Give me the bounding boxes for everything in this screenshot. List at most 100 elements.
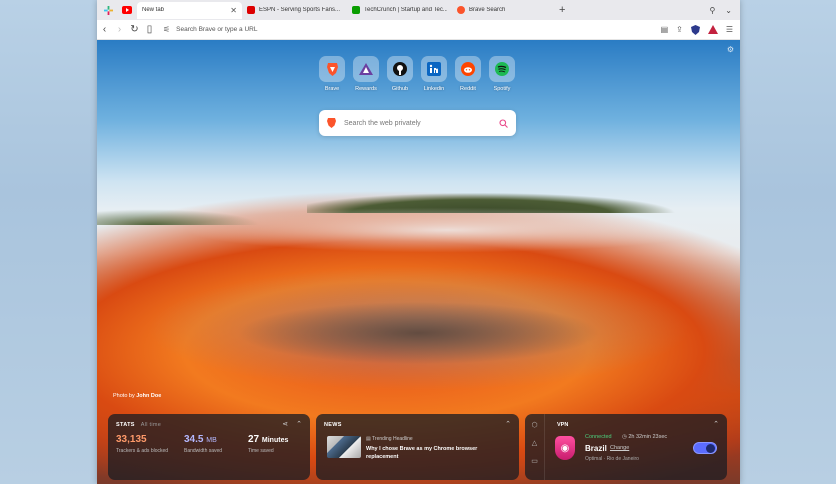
- vpn-server: Optimal · Rio de Janeiro: [585, 456, 639, 462]
- new-tab-page: ⚙ Brave Rewards Github Linkedin Reddit S…: [97, 40, 740, 484]
- vpn-shield-icon: ◉: [555, 436, 575, 460]
- reader-icon[interactable]: ▤: [661, 25, 669, 34]
- shield-icon[interactable]: ⬡: [531, 421, 537, 429]
- share-icon[interactable]: ⋖: [282, 420, 288, 428]
- brave-lion-icon: [319, 56, 345, 82]
- gear-icon[interactable]: ⚙: [727, 45, 734, 54]
- stat-trackers: 33,135 Trackers & ads blocked: [116, 434, 168, 454]
- chevron-up-icon[interactable]: ⌃: [505, 420, 511, 428]
- stat-time: 27 Minutes Time saved: [248, 434, 288, 454]
- tab-brave-search[interactable]: Brave Search: [452, 2, 547, 19]
- stats-range[interactable]: All time: [141, 422, 161, 428]
- top-site-label: Spotify: [493, 86, 511, 92]
- share-icon[interactable]: ⇪: [676, 25, 683, 34]
- tab-title: New tab: [142, 7, 165, 13]
- news-thumbnail[interactable]: [327, 436, 361, 458]
- top-site-linkedin[interactable]: Linkedin: [421, 56, 447, 92]
- top-site-spotify[interactable]: Spotify: [489, 56, 515, 92]
- menu-icon[interactable]: ☰: [726, 25, 733, 34]
- trackers-value: 33,135: [116, 434, 147, 445]
- slack-icon: [103, 5, 113, 15]
- search-box[interactable]: Search the web privately: [319, 110, 516, 136]
- tab-techcrunch[interactable]: TechCrunch | Startup and Tec...: [347, 2, 452, 19]
- top-site-reddit[interactable]: Reddit: [455, 56, 481, 92]
- vpn-change-link[interactable]: Change: [610, 445, 629, 451]
- address-bar[interactable]: ⚟ Search Brave or type a URL: [163, 23, 661, 37]
- vpn-country: Brazil: [585, 444, 607, 453]
- vpn-status: Connected: [585, 434, 612, 440]
- vpn-duration-value: 2h 32min 23sec: [628, 434, 668, 440]
- time-value: 27: [248, 434, 260, 445]
- toolbar: ‹ › ↻ ▯ ⚟ Search Brave or type a URL ▤ ⇪…: [97, 20, 740, 40]
- photo-credit-prefix: Photo by: [113, 393, 135, 399]
- rewards-icon[interactable]: [707, 25, 718, 34]
- espn-icon: [247, 6, 255, 14]
- brave-shields-icon[interactable]: [690, 24, 700, 35]
- tab-strip: New tab ✕ ESPN - Serving Sports Fans... …: [97, 0, 740, 20]
- chevron-up-icon[interactable]: ⌃: [713, 420, 719, 428]
- toggle-knob: [706, 444, 715, 453]
- vpn-title: VPN: [557, 422, 569, 428]
- chevron-down-icon[interactable]: ⌄: [725, 6, 732, 15]
- widget-rail: ⬡ △ ▭: [525, 414, 545, 480]
- vpn-widget: ⬡ △ ▭ VPN ⌃ ◉ Connected ◷ 2h 32min 23sec…: [525, 414, 727, 480]
- top-site-label: Brave: [324, 86, 340, 92]
- pinned-tab-youtube[interactable]: [119, 2, 135, 18]
- rewards-triangle-icon: [353, 56, 379, 82]
- tab-title: Brave Search: [469, 7, 506, 13]
- news-tag-label: Trending Headline: [372, 436, 413, 442]
- photo-credit: Photo by John Doe: [113, 393, 161, 399]
- tab-new-tab[interactable]: New tab ✕: [137, 1, 242, 19]
- pinned-tab-slack[interactable]: [100, 2, 116, 18]
- news-tag: ▤ Trending Headline: [366, 436, 413, 442]
- brave-logo-icon: [327, 118, 336, 128]
- github-icon: [387, 56, 413, 82]
- techcrunch-icon: [352, 6, 360, 14]
- tab-search-icon[interactable]: ⚲: [709, 6, 715, 15]
- linkedin-icon: [421, 56, 447, 82]
- vpn-duration: ◷ 2h 32min 23sec: [622, 434, 668, 440]
- top-site-label: Github: [391, 86, 409, 92]
- back-icon[interactable]: ‹: [97, 24, 112, 35]
- search-placeholder: Search the web privately: [344, 119, 421, 127]
- top-site-rewards[interactable]: Rewards: [353, 56, 379, 92]
- reddit-icon: [455, 56, 481, 82]
- top-site-github[interactable]: Github: [387, 56, 413, 92]
- site-settings-icon[interactable]: ⚟: [163, 25, 170, 34]
- reload-icon[interactable]: ↻: [127, 24, 142, 35]
- close-icon[interactable]: ✕: [230, 6, 237, 15]
- stat-bandwidth: 34.5 MB Bandwidth saved: [184, 434, 222, 454]
- bandwidth-unit: MB: [206, 437, 217, 444]
- rewards-icon[interactable]: △: [532, 439, 537, 447]
- tab-title: TechCrunch | Startup and Tec...: [364, 7, 447, 13]
- background-mist: [157, 200, 737, 260]
- chevron-up-icon[interactable]: ⌃: [296, 420, 302, 428]
- tab-title: ESPN - Serving Sports Fans...: [259, 7, 341, 13]
- top-site-label: Reddit: [460, 86, 476, 92]
- bookmark-icon[interactable]: ▯: [142, 24, 157, 35]
- photo-credit-author[interactable]: John Doe: [136, 393, 161, 399]
- time-unit: Minutes: [261, 437, 289, 444]
- spotify-icon: [489, 56, 515, 82]
- news-title: NEWS: [324, 422, 342, 428]
- bandwidth-value: 34.5: [184, 434, 204, 445]
- news-widget: NEWS ⌃ ▤ Trending Headline Why I chose B…: [316, 414, 519, 480]
- browser-window: New tab ✕ ESPN - Serving Sports Fans... …: [97, 0, 740, 484]
- brave-search-icon: [457, 6, 465, 14]
- top-site-label: Linkedin: [423, 86, 445, 92]
- stats-widget: STATS All time ⋖ ⌃ 33,135 Trackers & ads …: [108, 414, 310, 480]
- trackers-caption: Trackers & ads blocked: [116, 448, 169, 454]
- vpn-toggle[interactable]: [693, 442, 717, 454]
- new-tab-button[interactable]: +: [559, 4, 565, 16]
- top-sites: Brave Rewards Github Linkedin Reddit Spo…: [319, 56, 515, 92]
- tab-espn[interactable]: ESPN - Serving Sports Fans...: [242, 2, 347, 19]
- stats-title: STATS: [116, 422, 135, 428]
- top-site-label: Rewards: [355, 86, 377, 92]
- search-icon[interactable]: [499, 118, 508, 128]
- card-icon[interactable]: ▭: [531, 457, 538, 465]
- youtube-icon: [122, 6, 132, 14]
- time-caption: Time saved: [248, 448, 274, 454]
- top-site-brave[interactable]: Brave: [319, 56, 345, 92]
- news-headline[interactable]: Why I chose Brave as my Chrome browser r…: [366, 445, 506, 461]
- forward-icon[interactable]: ›: [112, 24, 127, 35]
